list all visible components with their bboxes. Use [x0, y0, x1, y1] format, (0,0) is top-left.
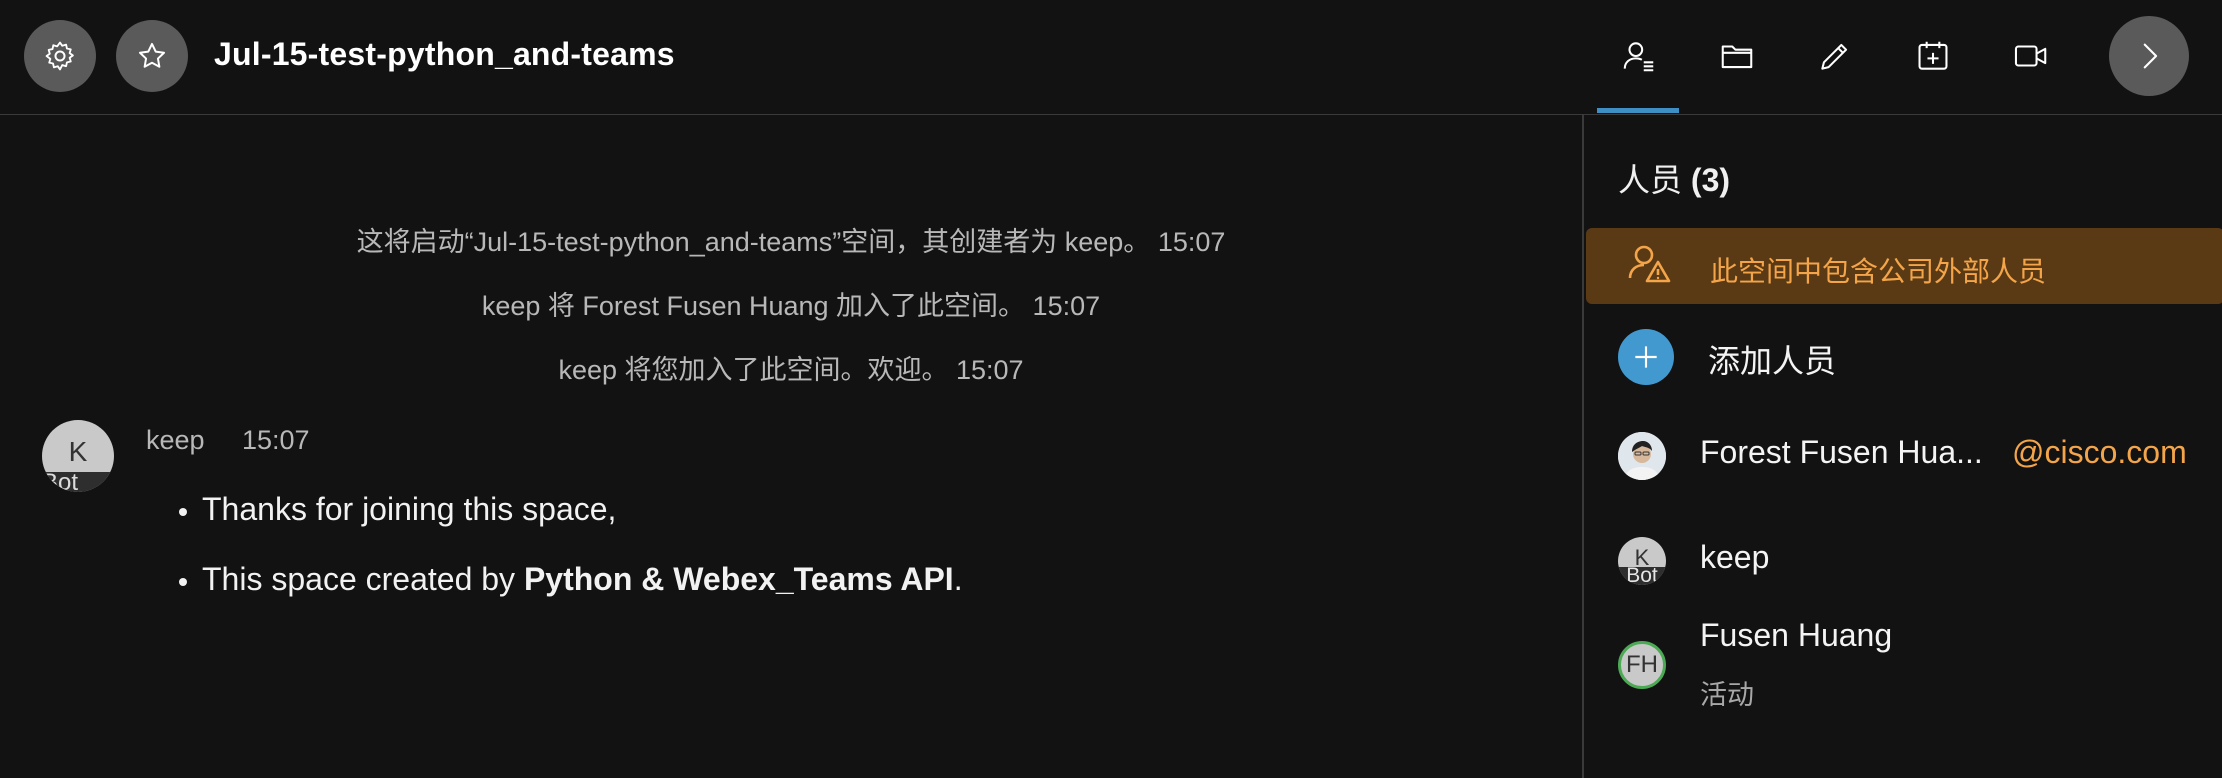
plus-icon	[1635, 346, 1657, 368]
files-tab[interactable]	[1715, 34, 1759, 78]
whiteboard-tab[interactable]	[1813, 34, 1857, 78]
people-icon	[1623, 42, 1654, 72]
person-photo-icon	[1618, 432, 1666, 480]
system-message: keep 将 Forest Fusen Huang 加入了此空间。 15:07	[481, 291, 1101, 321]
space-title: Jul-15-test-python_and-teams	[214, 36, 675, 72]
message-text: .	[953, 561, 963, 597]
avatar-letter: K	[68, 436, 88, 467]
message-body: Thanks for joining this space, This spac…	[160, 486, 963, 626]
external-user-warning-icon	[1628, 245, 1671, 283]
bot-badge: Bot	[42, 471, 114, 492]
external-warning-banner: 此空间中包含公司外部人员	[1586, 228, 2222, 304]
gear-icon	[45, 41, 74, 71]
message-text: This space created by	[202, 561, 524, 597]
favorite-button[interactable]	[116, 20, 188, 92]
message-text: Thanks for joining this space,	[202, 491, 617, 527]
panel-title: 人员 (3)	[1618, 155, 1730, 201]
chevron-right-icon	[2143, 43, 2158, 69]
message-time: 15:07	[242, 425, 310, 455]
system-message: 这将启动“Jul-15-test-python_and-teams”空间，其创建…	[356, 227, 1226, 257]
active-tab-indicator	[1597, 108, 1679, 113]
people-tab[interactable]	[1617, 34, 1661, 78]
app-window: Jul-15-test-python_and-teams 这将启动“Jul-15…	[0, 0, 2222, 778]
star-icon	[138, 42, 166, 68]
pencil-icon	[1821, 43, 1848, 70]
message-sender[interactable]: keep	[146, 425, 205, 456]
presence-status: 活动	[1700, 680, 1754, 710]
people-count: (3)	[1690, 162, 1731, 198]
list-item: Thanks for joining this space,	[202, 486, 963, 532]
message-list: 这将启动“Jul-15-test-python_and-teams”空间，其创建…	[0, 116, 1582, 778]
add-people-button[interactable]	[1618, 329, 1674, 385]
person-name: Fusen Huang	[1700, 617, 1893, 653]
settings-button[interactable]	[24, 20, 96, 92]
calendar-add-icon	[1918, 41, 1948, 70]
message-bold-text: Python & Webex_Teams API	[523, 561, 954, 597]
panel-title-label: 人员	[1618, 162, 1691, 198]
bot-badge: Bot	[1618, 565, 1666, 585]
space-header: Jul-15-test-python_and-teams	[0, 0, 2222, 115]
warning-text: 此空间中包含公司外部人员	[1710, 256, 2047, 287]
folder-icon	[1721, 45, 1753, 69]
avatar: FH	[1618, 641, 1666, 689]
schedule-tab[interactable]	[1911, 34, 1955, 78]
person-name: keep	[1700, 539, 1770, 575]
meeting-tab[interactable]	[2009, 34, 2053, 78]
collapse-panel-button[interactable]	[2109, 16, 2189, 96]
external-domain-label: @cisco.com	[2012, 434, 2187, 470]
list-item: This space created by Python & Webex_Tea…	[202, 556, 963, 602]
video-icon	[2014, 45, 2047, 67]
person-name: Forest Fusen Hua...	[1700, 434, 1983, 470]
avatar: K Bot	[1618, 537, 1666, 585]
system-message: keep 将您加入了此空间。欢迎。 15:07	[558, 355, 1024, 385]
add-people-label[interactable]: 添加人员	[1708, 336, 1836, 382]
avatar[interactable]: K Bot	[42, 420, 114, 492]
avatar	[1618, 432, 1666, 480]
people-panel: 人员 (3) 此空间中包含公司外部人员 添加人员 Forest Fusen Hu…	[1582, 115, 2222, 778]
